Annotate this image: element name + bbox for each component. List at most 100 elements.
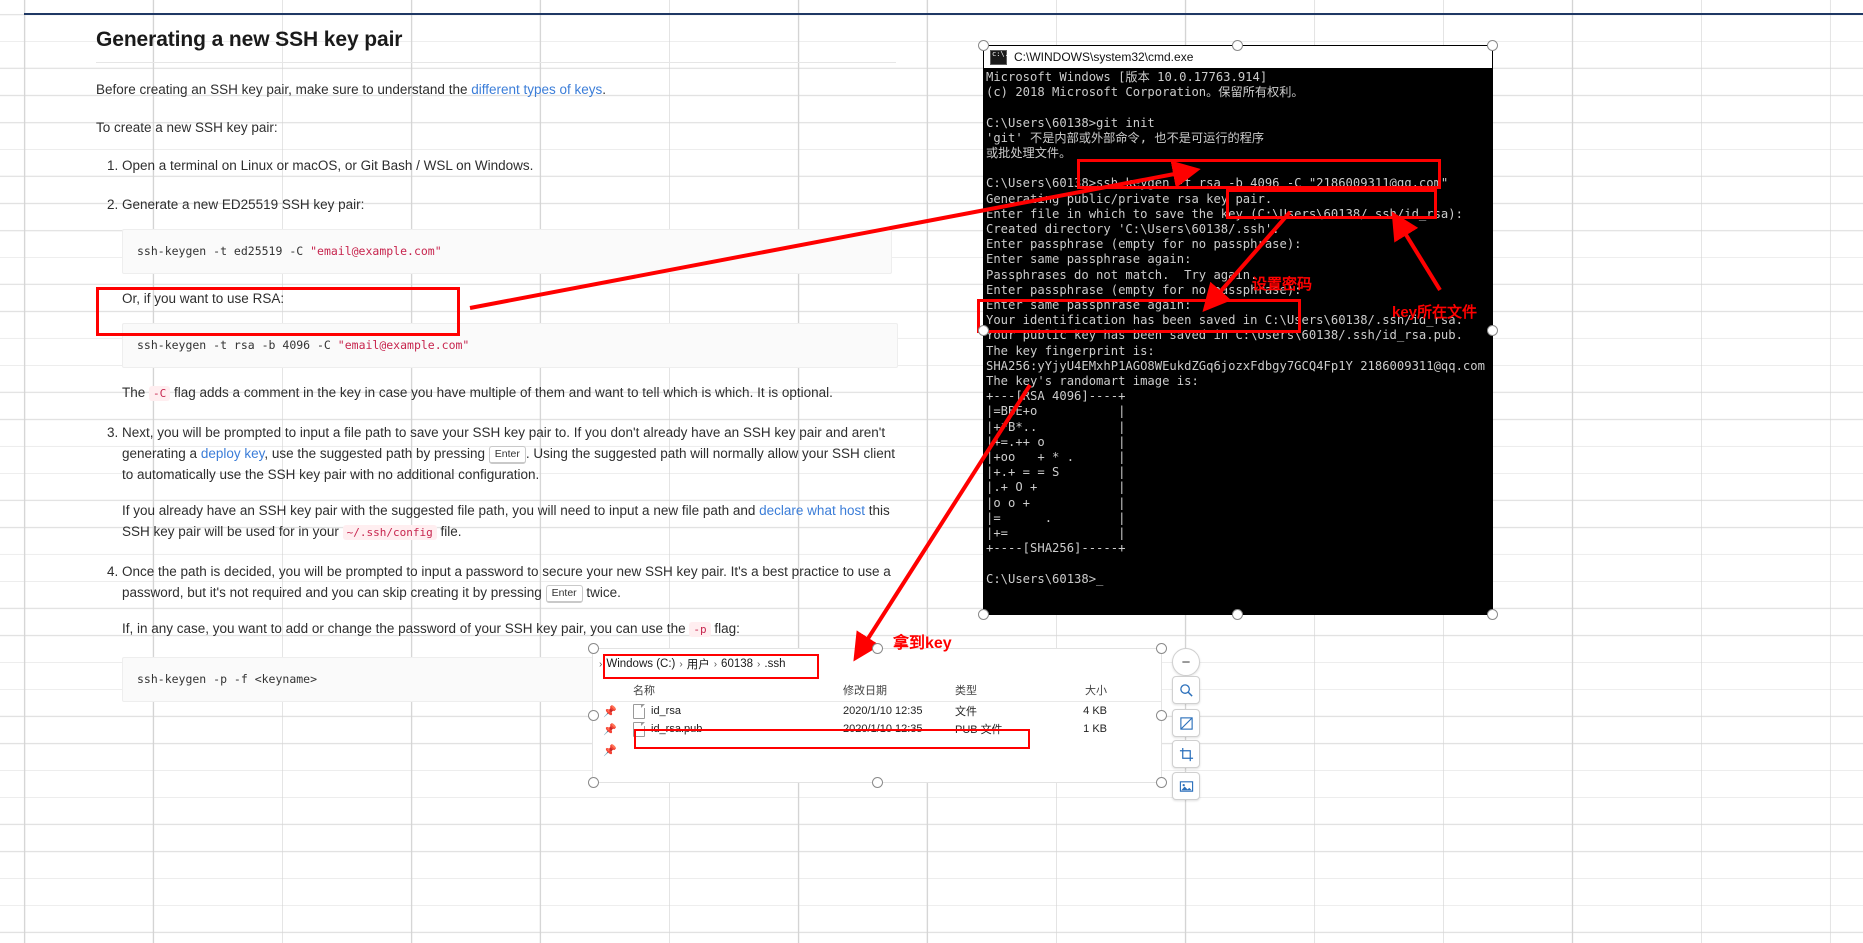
file-size: 1 KB [1083, 723, 1107, 735]
declare-what-host-link[interactable]: declare what host [759, 503, 865, 518]
highlight-box-passphrase [977, 299, 1301, 333]
exp-resize-handle-ml[interactable] [588, 710, 599, 721]
code-ed25519-string: "email@example.com" [310, 244, 442, 258]
cmd-line: Enter same passphrase again: [986, 252, 1192, 267]
exp-resize-handle-bl[interactable] [588, 777, 599, 788]
cmd-line: Microsoft Windows [版本 10.0.17763.914] [986, 70, 1268, 84]
enter-key-badge-2: Enter [545, 585, 583, 603]
highlight-box-key-path [1226, 189, 1437, 219]
zoom-out-button[interactable]: − [1172, 648, 1200, 676]
highlight-box-rsa-command [96, 287, 460, 336]
annotation-set-password: 设置密码 [1252, 276, 1313, 293]
column-header-size[interactable]: 大小 [1047, 682, 1107, 698]
step-1-text: Open a terminal on Linux or macOS, or Gi… [122, 158, 534, 173]
file-date: 2020/1/10 12:35 [843, 705, 923, 717]
picture-settings-button[interactable] [1172, 772, 1200, 800]
pin-icon-1: 📌 [603, 706, 617, 718]
enter-key-badge: Enter [488, 446, 526, 464]
cmd-line: Enter passphrase (empty for no passphras… [986, 282, 1302, 297]
cmd-line: |+*B*.. | [986, 419, 1126, 434]
highlight-box-breadcrumb [603, 654, 819, 679]
cmd-line: Passphrases do not match. Try again. [986, 267, 1258, 282]
cmd-line: |+=.++ o | [986, 434, 1126, 449]
code-rsa-cmd: ssh-keygen -t rsa -b 4096 -C [137, 338, 338, 352]
cmd-line: |+= | [986, 526, 1126, 541]
cmd-line: +---[RSA 4096]----+ [986, 389, 1126, 404]
exp-resize-handle-br[interactable] [1156, 777, 1167, 788]
column-header-type[interactable]: 类型 [955, 682, 1047, 698]
table-row[interactable]: id_rsa 2020/1/10 12:35 文件 4 KB [593, 702, 1161, 720]
step-4-text-b: twice. [582, 585, 621, 600]
no-fill-button[interactable] [1172, 709, 1200, 737]
console-icon [990, 49, 1009, 65]
annotation-get-key: 拿到key [893, 635, 952, 652]
cmd-line: |=BBE+o | [986, 404, 1126, 419]
exp-resize-handle-bc[interactable] [872, 777, 883, 788]
cmd-line: Created directory 'C:\Users\60138/.ssh'. [986, 222, 1280, 237]
resize-handle-br[interactable] [1487, 609, 1498, 620]
sheet-top-rule [24, 13, 1863, 15]
c-flag-code: -C [149, 386, 171, 401]
resize-handle-mr[interactable] [1487, 325, 1498, 336]
different-types-of-keys-link[interactable]: different types of keys [471, 82, 602, 97]
column-header-date[interactable]: 修改日期 [843, 682, 955, 698]
intro-text-prefix: Before creating an SSH key pair, make su… [96, 82, 472, 97]
resize-handle-tr[interactable] [1487, 40, 1498, 51]
code-rsa-string: "email@example.com" [337, 338, 470, 352]
deploy-key-link[interactable]: deploy key [201, 446, 265, 461]
picture-icon [1179, 780, 1193, 792]
cmd-line: C:\Users\60138>git init [986, 115, 1155, 130]
step-1: Open a terminal on Linux or macOS, or Gi… [122, 155, 896, 176]
step-4-p2-a: If, in any case, you want to add or chan… [122, 621, 690, 636]
pin-icon-3: 📌 [603, 745, 617, 757]
cmd-line: 'git' 不是内部或外部命令, 也不是可运行的程序 [986, 130, 1265, 145]
zoom-in-button[interactable] [1172, 676, 1200, 704]
column-header-name[interactable]: 名称 [633, 682, 843, 698]
file-icon [633, 703, 645, 719]
resize-handle-ml[interactable] [978, 325, 989, 336]
step-3-p2-a: If you already have an SSH key pair with… [122, 503, 760, 518]
cmd-line: |+.+ = = S | [986, 465, 1126, 480]
cmd-line: Enter passphrase (empty for no passphras… [986, 237, 1302, 252]
resize-handle-tl[interactable] [978, 40, 989, 51]
step-3-p2-c: file. [436, 524, 462, 539]
c-flag-suffix: flag adds a comment in the key in case y… [170, 385, 833, 400]
cmd-line: (c) 2018 Microsoft Corporation。保留所有权利。 [986, 85, 1304, 100]
intro-paragraph: Before creating an SSH key pair, make su… [96, 79, 896, 100]
c-flag-prefix: The [122, 385, 150, 400]
cmd-line [986, 557, 1492, 572]
crop-button[interactable] [1172, 740, 1200, 768]
step-3-paragraph-2: If you already have an SSH key pair with… [122, 500, 896, 543]
c-flag-note: The -C flag adds a comment in the key in… [122, 382, 896, 404]
article-body: Generating a new SSH key pair Before cre… [96, 28, 898, 720]
cmd-line: |o o + | [986, 495, 1126, 510]
cmd-line: The key fingerprint is: [986, 343, 1155, 358]
highlight-box-id-rsa-pub-row [634, 729, 1030, 749]
no-fill-icon [1179, 716, 1193, 730]
step-3: Next, you will be prompted to input a fi… [122, 422, 896, 543]
code-block-ed25519: ssh-keygen -t ed25519 -C "email@example.… [122, 229, 892, 274]
exp-resize-handle-tl[interactable] [588, 643, 599, 654]
lead-paragraph: To create a new SSH key pair: [96, 120, 278, 135]
exp-resize-handle-tr[interactable] [1156, 643, 1167, 654]
page-title: Generating a new SSH key pair [96, 28, 403, 51]
file-type: 文件 [955, 706, 977, 718]
title-divider [96, 62, 896, 63]
code-p-cmd: ssh-keygen -p -f <keyname> [137, 672, 318, 686]
cmd-line: C:\Users\60138>_ [986, 571, 1104, 586]
steps-list: Open a terminal on Linux or macOS, or Gi… [96, 155, 898, 702]
resize-handle-bc[interactable] [1232, 609, 1243, 620]
step-4-paragraph-2: If, in any case, you want to add or chan… [122, 618, 896, 640]
resize-handle-tc[interactable] [1232, 40, 1243, 51]
pin-icon-2: 📌 [603, 724, 617, 736]
highlight-box-cmd-keygen [1077, 159, 1441, 189]
p-flag-code: -p [689, 622, 711, 637]
exp-resize-handle-tc[interactable] [872, 643, 883, 654]
cmd-line: |+oo + * . | [986, 450, 1126, 465]
cmd-line: |.+ O + | [986, 480, 1126, 495]
step-4-text-a: Once the path is decided, you will be pr… [122, 564, 891, 600]
resize-handle-bl[interactable] [978, 609, 989, 620]
exp-resize-handle-mr[interactable] [1156, 710, 1167, 721]
cmd-line: SHA256:yYjyU4EMxhP1AGO8WEukdZGq6jozxFdbg… [986, 358, 1485, 373]
intro-text-suffix: . [602, 82, 607, 97]
